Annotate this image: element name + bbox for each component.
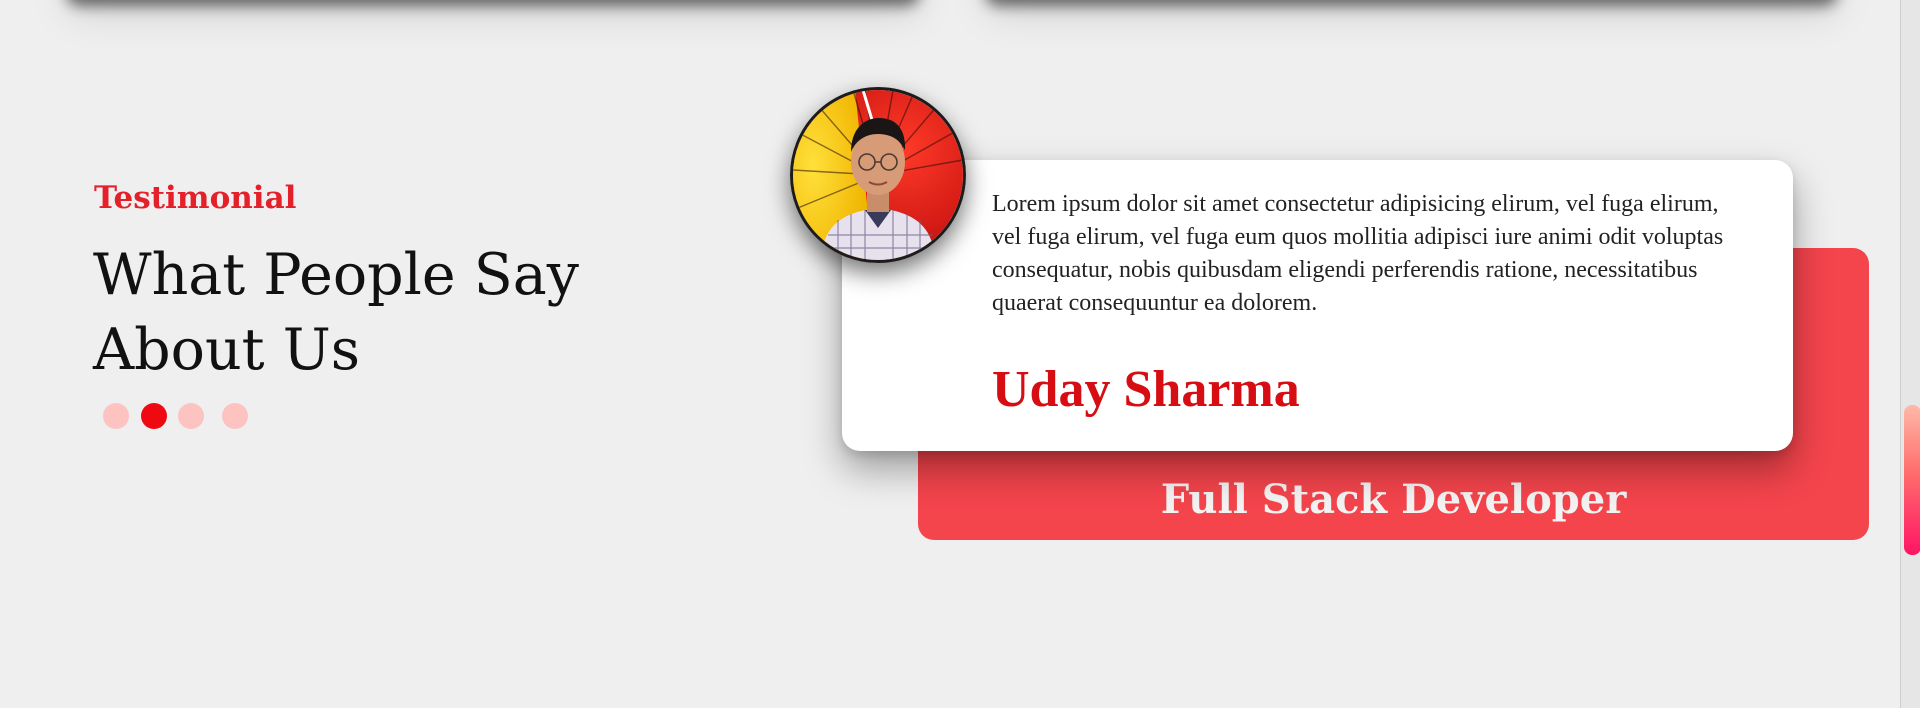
testimonial-quote: Lorem ipsum dolor sit amet consectetur a…: [992, 191, 1724, 316]
avatar: [790, 87, 966, 263]
carousel-dot-2[interactable]: [141, 403, 167, 429]
carousel-dots: [103, 403, 263, 431]
scrollbar-thumb[interactable]: [1904, 405, 1920, 555]
person-name: Uday Sharma: [992, 361, 1300, 418]
carousel-dot-4[interactable]: [222, 403, 248, 429]
section-eyebrow: Testimonial: [94, 180, 297, 216]
person-role: Full Stack Developer: [1160, 476, 1627, 523]
heading-line-2: About Us: [93, 317, 360, 383]
person-photo-icon: [793, 90, 963, 260]
testimonial-card: Lorem ipsum dolor sit amet consectetur a…: [842, 160, 1793, 451]
carousel-dot-3[interactable]: [178, 403, 204, 429]
page-scrollbar[interactable]: [1900, 0, 1920, 708]
heading-line-1: What People Say: [93, 242, 579, 308]
carousel-dot-1[interactable]: [103, 403, 129, 429]
section-heading: What People Say About Us: [93, 238, 613, 388]
